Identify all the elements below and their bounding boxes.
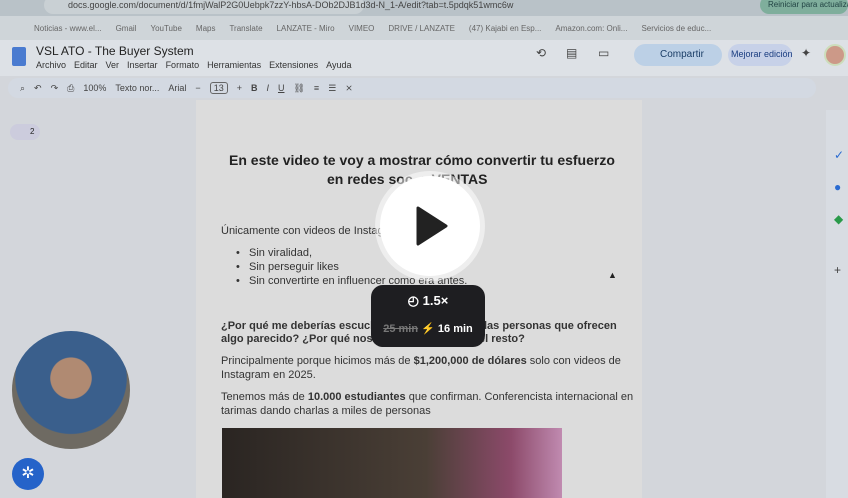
side-panel xyxy=(826,110,848,498)
menu-insertar[interactable]: Insertar xyxy=(127,60,158,70)
clear-format-icon[interactable]: ⨯ xyxy=(345,83,353,94)
bookmark[interactable]: LANZATE - Miro xyxy=(277,24,335,33)
menu-editar[interactable]: Editar xyxy=(74,60,98,70)
bookmark[interactable]: Noticias - www.el... xyxy=(34,24,102,33)
presenter-video-bubble[interactable] xyxy=(12,331,130,449)
bookmark[interactable]: Amazon.com: Onli... xyxy=(555,24,627,33)
underline-icon[interactable]: U xyxy=(278,83,285,93)
bullet-item: • Sin viralidad, xyxy=(236,247,313,259)
font-select[interactable]: Arial xyxy=(168,83,186,93)
bookmark[interactable]: YouTube xyxy=(150,24,181,33)
bookmark[interactable]: VIMEO xyxy=(349,24,375,33)
bullet-item: • Sin perseguir likes xyxy=(236,261,339,273)
outline-toggle[interactable]: 2 xyxy=(10,124,40,140)
original-duration: 25 min xyxy=(383,323,419,335)
intro-text: Únicamente con videos de Instagra xyxy=(221,225,394,237)
comments-icon[interactable]: ▤ xyxy=(566,46,577,60)
play-icon xyxy=(416,206,448,246)
font-size-input[interactable]: 13 xyxy=(209,82,228,94)
meet-icon[interactable]: ▭ xyxy=(598,46,609,60)
bookmark[interactable]: Gmail xyxy=(116,24,137,33)
bullet-list-icon[interactable]: ☰ xyxy=(328,83,336,94)
menu-ver[interactable]: Ver xyxy=(106,60,120,70)
url-text: docs.google.com/document/d/1fmjWalP2G0Ue… xyxy=(68,0,514,10)
print-icon[interactable]: ⎙ xyxy=(67,83,74,94)
question-1b: las personas que ofrecen xyxy=(484,320,617,332)
menu-ayuda[interactable]: Ayuda xyxy=(326,60,351,70)
bookmark[interactable]: Translate xyxy=(229,24,262,33)
bookmark[interactable]: Maps xyxy=(196,24,216,33)
question-1a: ¿Por qué me deberías escuchar xyxy=(221,320,388,332)
menu-extensiones[interactable]: Extensiones xyxy=(269,60,318,70)
mouse-cursor-icon: ▲ xyxy=(608,270,617,280)
contacts-icon[interactable]: ● xyxy=(834,180,841,194)
align-icon[interactable]: ≡ xyxy=(314,83,319,93)
zoom-select[interactable]: 100% xyxy=(83,83,106,93)
toolbar: ⌕ ↶ ↷ ⎙ 100% Texto nor... Arial − 13 + B… xyxy=(8,78,816,98)
menu-archivo[interactable]: Archivo xyxy=(36,60,66,70)
history-icon[interactable]: ⟲ xyxy=(536,46,546,60)
document-image xyxy=(222,428,562,498)
add-icon[interactable]: + xyxy=(834,263,841,277)
document-title[interactable]: VSL ATO - The Buyer System xyxy=(36,44,194,58)
docs-logo-icon[interactable] xyxy=(12,47,26,66)
redo-icon[interactable]: ↷ xyxy=(51,83,59,94)
lightning-icon: ⚡ xyxy=(421,323,435,335)
paragraph-1: Principalmente porque hicimos más de $1,… xyxy=(221,355,621,367)
paragraph-2: Tenemos más de 10.000 estudiantes que co… xyxy=(221,391,634,403)
search-icon[interactable]: ⌕ xyxy=(20,83,25,94)
bookmark[interactable]: DRIVE / LANZATE xyxy=(388,24,455,33)
play-button[interactable] xyxy=(380,176,480,276)
speed-badge[interactable]: ◴ 1.5× 25 min ⚡ 16 min xyxy=(371,285,485,347)
question-2b: el resto? xyxy=(479,333,525,345)
account-avatar[interactable] xyxy=(824,44,846,66)
gemini-icon[interactable]: ✦ xyxy=(801,46,811,60)
style-select[interactable]: Texto nor... xyxy=(115,83,159,93)
gear-icon: ✲ xyxy=(21,465,35,482)
tasks-icon[interactable]: ✓ xyxy=(834,148,844,162)
italic-icon[interactable]: I xyxy=(266,83,269,93)
widget-button[interactable]: ✲ xyxy=(12,458,44,490)
bookmarks-bar: Noticias - www.el... Gmail YouTube Maps … xyxy=(0,16,848,40)
paragraph-2-line2: tarimas dando charlas a miles de persona… xyxy=(221,405,431,417)
menu-herramientas[interactable]: Herramientas xyxy=(207,60,261,70)
paragraph-1-line2: Instagram en 2025. xyxy=(221,369,316,381)
bold-icon[interactable]: B xyxy=(251,83,258,93)
maps-icon[interactable]: ◆ xyxy=(834,212,843,226)
speed-gauge-icon: ◴ xyxy=(407,293,423,308)
menu-bar: Archivo Editar Ver Insertar Formato Herr… xyxy=(36,60,352,70)
undo-icon[interactable]: ↶ xyxy=(34,83,42,94)
share-button[interactable]: Compartir xyxy=(634,44,722,66)
new-duration: 16 min xyxy=(437,323,473,335)
plus-icon[interactable]: + xyxy=(237,83,242,93)
restart-button[interactable]: Reiniciar para actualizar xyxy=(760,0,848,14)
bookmark[interactable]: (47) Kajabi en Esp... xyxy=(469,24,541,33)
question-2a: algo parecido? ¿Por qué nosot xyxy=(221,333,383,345)
minus-icon[interactable]: − xyxy=(195,83,200,93)
improve-editing-button[interactable]: Mejorar edición xyxy=(728,44,793,66)
bookmark[interactable]: Servicios de educ... xyxy=(641,24,711,33)
playback-speed: 1.5× xyxy=(422,293,449,308)
menu-formato[interactable]: Formato xyxy=(166,60,200,70)
link-icon[interactable]: ⛓ xyxy=(293,83,304,94)
heading-line1: En este video te voy a mostrar cómo conv… xyxy=(229,152,615,168)
